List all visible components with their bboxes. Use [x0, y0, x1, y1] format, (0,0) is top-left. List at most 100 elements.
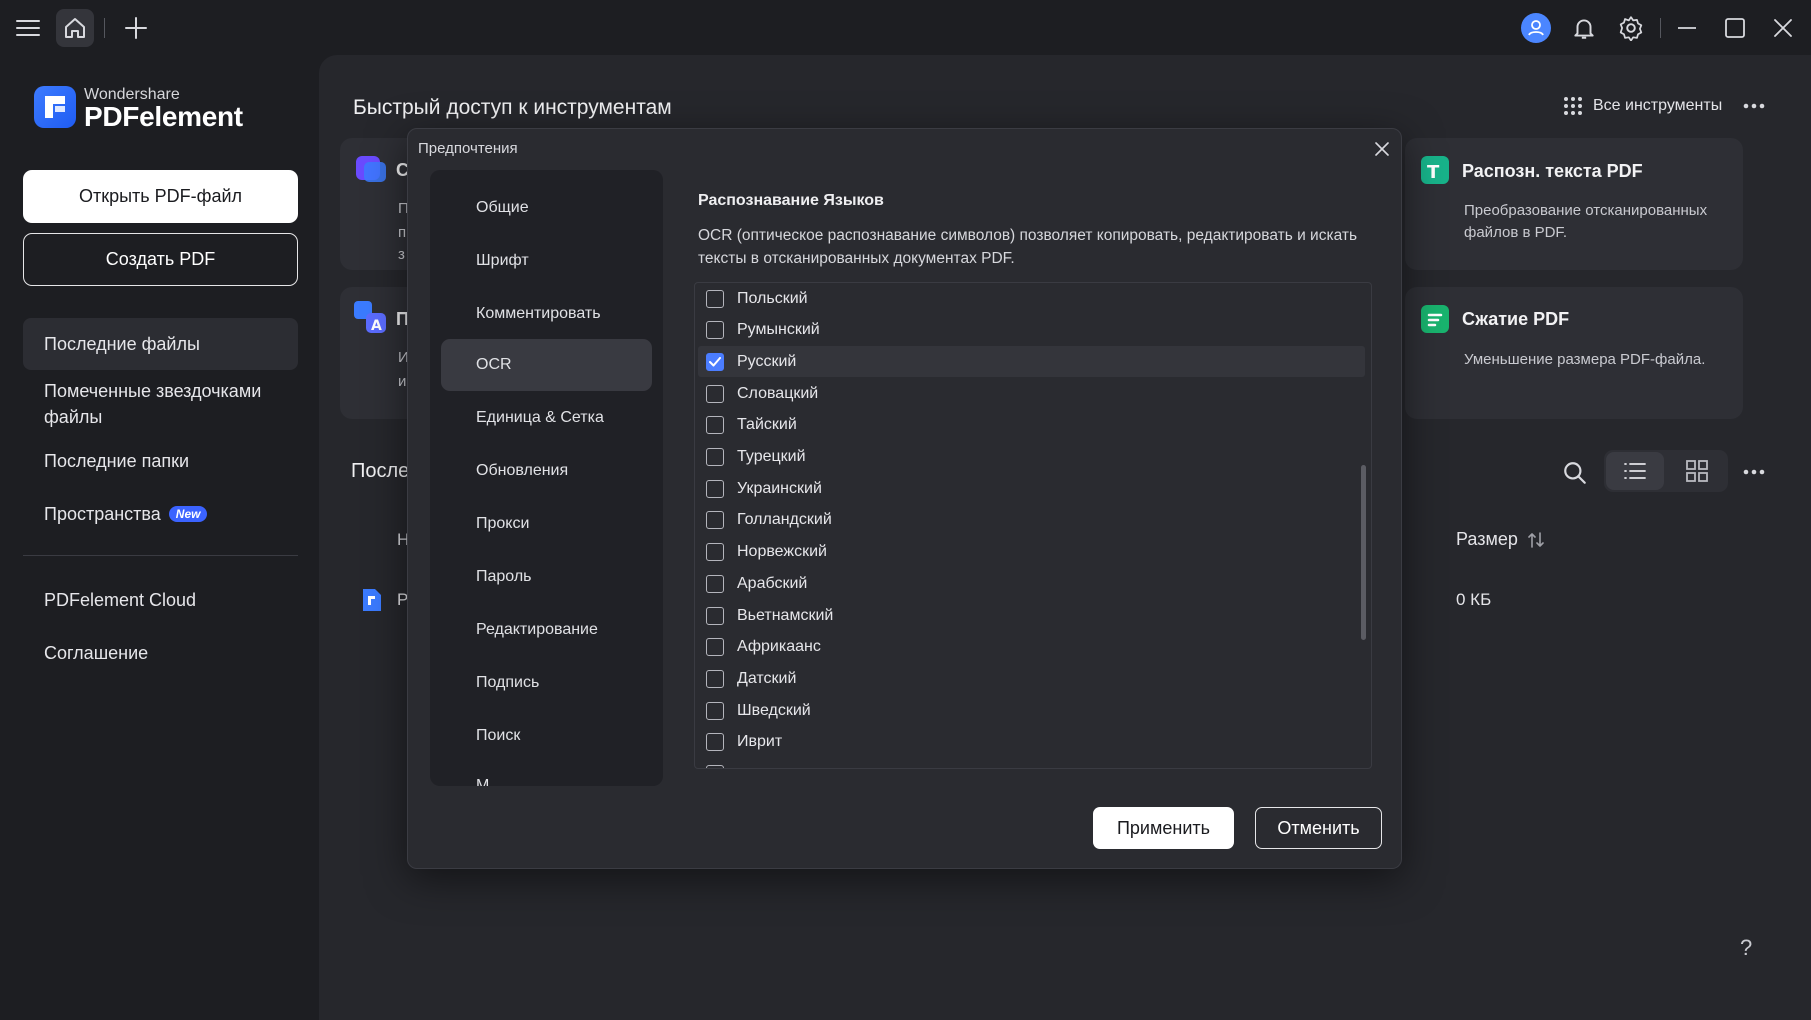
- checkbox[interactable]: [706, 479, 724, 498]
- all-tools-link[interactable]: Все инструменты: [1563, 96, 1722, 116]
- more-options-icon[interactable]: [1742, 462, 1766, 482]
- language-item[interactable]: Норвежский: [698, 537, 1365, 568]
- checkbox-checked[interactable]: [706, 352, 724, 371]
- maximize-icon[interactable]: [1716, 9, 1754, 47]
- dialog-close-icon[interactable]: [1371, 138, 1393, 160]
- nav-item-editing[interactable]: Редактирование: [441, 604, 652, 656]
- nav-item-general[interactable]: Общие: [441, 182, 652, 234]
- checkbox[interactable]: [706, 416, 724, 435]
- tool-icon: [356, 156, 386, 182]
- title-bar: [0, 0, 1811, 55]
- language-item[interactable]: Румынский: [698, 315, 1365, 346]
- language-item[interactable]: Голландский: [698, 505, 1365, 536]
- compress-tool-card[interactable]: Сжатие PDF Уменьшение размера PDF-файла.: [1405, 287, 1743, 419]
- sidebar-item-label: Последние файлы: [44, 333, 200, 354]
- language-label: Тайский: [737, 416, 797, 434]
- nav-item-search[interactable]: Поиск: [441, 710, 652, 762]
- create-pdf-button[interactable]: Создать PDF: [23, 233, 298, 286]
- menu-icon[interactable]: [9, 9, 47, 47]
- language-item[interactable]: Шведский: [698, 695, 1365, 726]
- language-item[interactable]: Турецкий: [698, 442, 1365, 473]
- cancel-button[interactable]: Отменить: [1255, 807, 1382, 849]
- language-item[interactable]: Африкаанс: [698, 632, 1365, 663]
- brand-product: PDFelement: [84, 101, 243, 132]
- list-view-icon[interactable]: [1606, 452, 1664, 490]
- section-title: Распознавание Языков: [698, 192, 884, 209]
- checkbox[interactable]: [706, 511, 724, 530]
- sidebar-item-label: Соглашение: [44, 642, 149, 663]
- sidebar-item-starred-files[interactable]: Помеченные звездочками файлы: [23, 377, 283, 431]
- nav-item-label: Прокси: [476, 515, 530, 532]
- sidebar-item-spaces[interactable]: Пространства New: [23, 494, 298, 534]
- language-item[interactable]: Вьетнамский: [698, 600, 1365, 631]
- home-icon[interactable]: [56, 9, 94, 47]
- language-item[interactable]: Иврит: [698, 727, 1365, 758]
- sidebar-item-agreement[interactable]: Соглашение: [23, 633, 298, 673]
- sidebar-item-cloud[interactable]: PDFelement Cloud: [23, 580, 298, 620]
- nav-item-comment[interactable]: Комментировать: [441, 288, 652, 340]
- nav-item-label: OCR: [476, 356, 512, 373]
- nav-item-label: Редактирование: [476, 621, 598, 638]
- nav-item-label: Шрифт: [476, 252, 529, 269]
- checkbox[interactable]: [706, 733, 724, 752]
- nav-item-more[interactable]: М: [441, 760, 652, 786]
- tool-card-desc-line: и: [398, 373, 407, 390]
- checkbox[interactable]: [706, 765, 724, 768]
- checkbox[interactable]: [706, 543, 724, 562]
- language-item[interactable]: Польский: [698, 283, 1365, 314]
- bell-icon[interactable]: [1565, 9, 1603, 47]
- search-icon[interactable]: [1562, 460, 1588, 486]
- apply-button[interactable]: Применить: [1093, 807, 1234, 849]
- checkbox[interactable]: [706, 448, 724, 466]
- nav-item-label: Обновления: [476, 462, 569, 479]
- size-column-header[interactable]: Размер: [1456, 529, 1544, 550]
- nav-item-label: Поиск: [476, 727, 521, 744]
- language-item[interactable]: Русский: [698, 346, 1365, 378]
- close-icon[interactable]: [1764, 9, 1802, 47]
- sidebar-item-recent-files[interactable]: Последние файлы: [23, 318, 298, 370]
- language-item[interactable]: Датский: [698, 663, 1365, 694]
- checkbox[interactable]: [706, 574, 724, 593]
- size-header-label: Размер: [1456, 529, 1518, 549]
- recent-section-title: После: [351, 460, 410, 482]
- checkbox[interactable]: [706, 289, 724, 308]
- language-label: Украинский: [737, 479, 822, 497]
- language-item[interactable]: Арабский: [698, 568, 1365, 599]
- checkbox[interactable]: [706, 606, 724, 625]
- language-item[interactable]: Украинский: [698, 473, 1365, 504]
- nav-item-updates[interactable]: Обновления: [441, 445, 652, 497]
- nav-item-label: Комментировать: [476, 305, 601, 322]
- language-list: Польский Румынский Русский Словацкий Тай…: [694, 282, 1372, 769]
- avatar-icon[interactable]: [1517, 9, 1555, 47]
- scrollbar-thumb[interactable]: [1361, 465, 1366, 640]
- more-options-icon[interactable]: [1742, 96, 1766, 116]
- gear-icon[interactable]: [1612, 9, 1650, 47]
- nav-item-label: Пароль: [476, 568, 532, 585]
- language-item[interactable]: Словацкий: [698, 378, 1365, 409]
- language-label: Иврит: [737, 733, 783, 751]
- nav-item-signature[interactable]: Подпись: [441, 657, 652, 709]
- ocr-tool-card[interactable]: T Распозн. текста PDF Преобразование отс…: [1405, 138, 1743, 270]
- nav-item-ocr[interactable]: OCR: [441, 339, 652, 391]
- checkbox[interactable]: [706, 638, 724, 657]
- language-item-partial[interactable]: [698, 759, 1365, 768]
- sidebar-item-recent-folders[interactable]: Последние папки: [23, 441, 298, 481]
- language-label: Вьетнамский: [737, 606, 834, 624]
- plus-icon[interactable]: [117, 9, 155, 47]
- checkbox[interactable]: [706, 321, 724, 340]
- grid-dots-icon: [1564, 97, 1582, 115]
- nav-item-password[interactable]: Пароль: [441, 551, 652, 603]
- nav-item-proxy[interactable]: Прокси: [441, 498, 652, 550]
- minimize-icon[interactable]: [1668, 9, 1706, 47]
- divider: [1660, 18, 1661, 38]
- checkbox[interactable]: [706, 384, 724, 403]
- nav-item-units-grid[interactable]: Единица & Сетка: [441, 392, 652, 444]
- grid-view-icon[interactable]: [1668, 452, 1726, 490]
- checkbox[interactable]: [706, 701, 724, 720]
- language-item[interactable]: Тайский: [698, 410, 1365, 441]
- open-pdf-button[interactable]: Открыть PDF-файл: [23, 170, 298, 223]
- help-button[interactable]: ?: [1740, 935, 1752, 961]
- pdfelement-logo-icon: [34, 86, 76, 128]
- nav-item-font[interactable]: Шрифт: [441, 235, 652, 287]
- checkbox[interactable]: [706, 669, 724, 688]
